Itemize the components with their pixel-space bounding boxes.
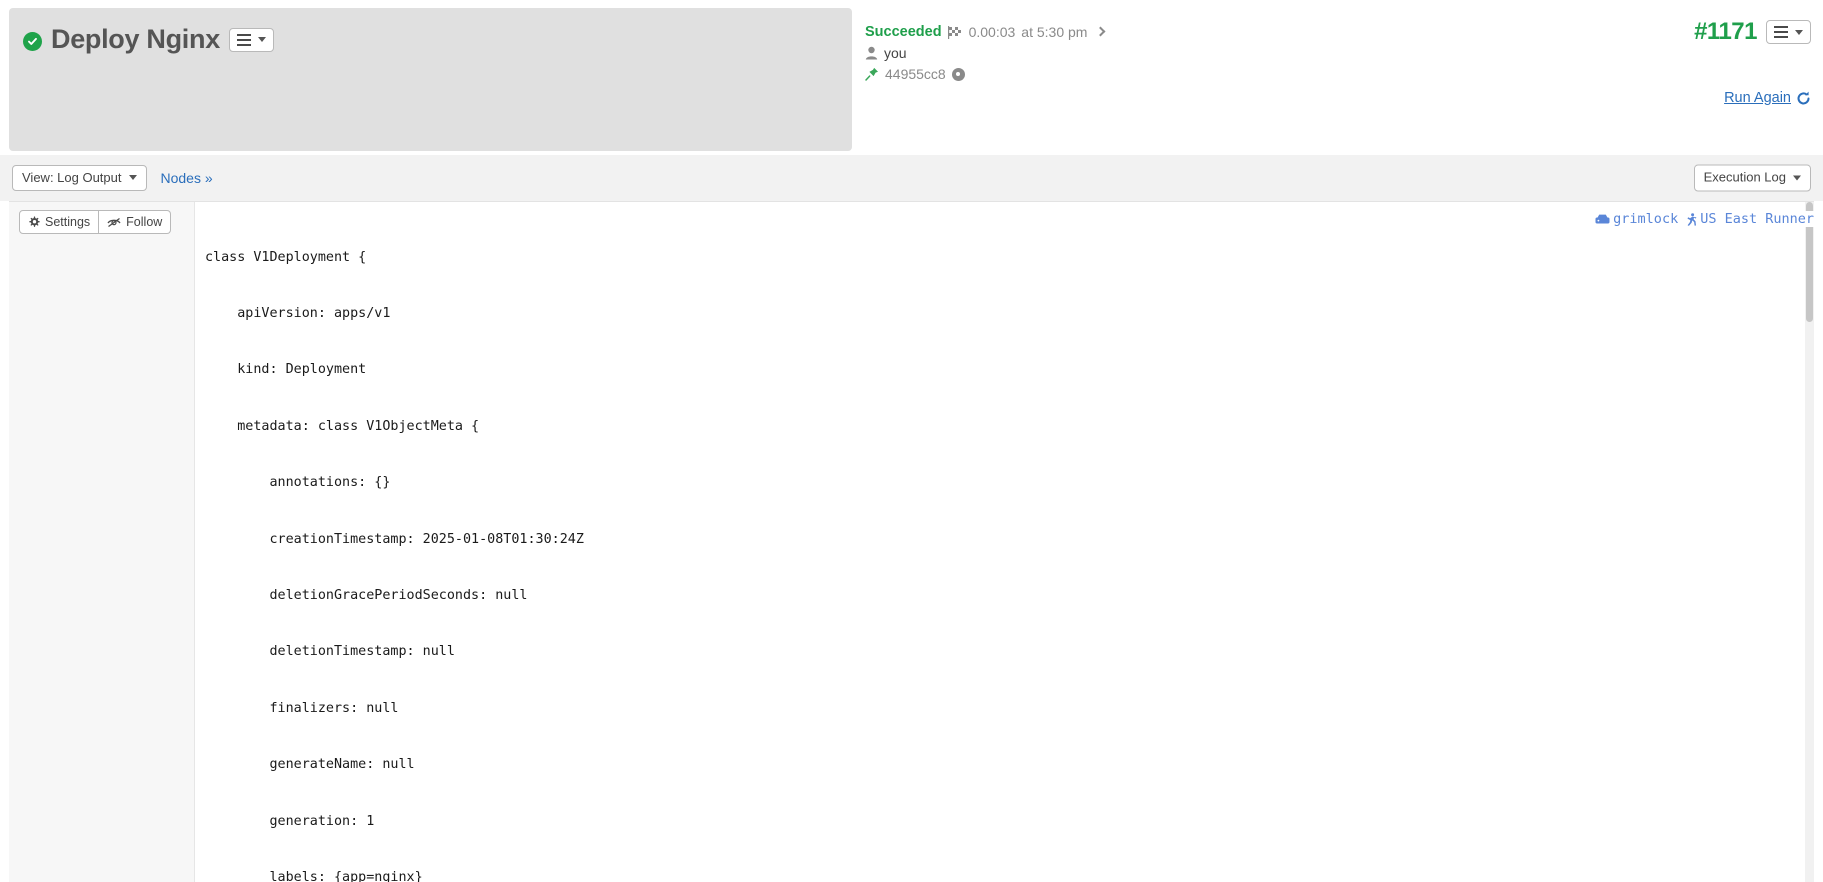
server-icon xyxy=(1595,213,1610,225)
chevron-down-icon xyxy=(1793,175,1801,181)
log-line: generateName: null xyxy=(205,757,415,773)
page-title: Deploy Nginx xyxy=(51,24,220,54)
log-scrollbar[interactable] xyxy=(1805,202,1814,882)
eye-slash-icon xyxy=(107,216,121,228)
view-selector-button[interactable]: View: Log Output xyxy=(12,164,147,192)
chevron-down-icon xyxy=(128,175,137,181)
execution-duration: 0.00:03 xyxy=(968,24,1016,40)
checkered-flag-icon xyxy=(947,25,963,39)
log-settings-button[interactable]: Settings xyxy=(19,210,100,235)
list-menu-icon xyxy=(236,33,251,46)
log-line: finalizers: null xyxy=(205,700,399,716)
node-name: grimlock xyxy=(1613,211,1679,227)
runner-icon xyxy=(1686,212,1697,226)
log-line: deletionGracePeriodSeconds: null xyxy=(205,587,528,603)
execution-commit: 44955cc8 xyxy=(885,66,946,82)
nodes-link[interactable]: Nodes » xyxy=(161,170,213,186)
run-again-link[interactable]: Run Again xyxy=(1694,90,1811,106)
job-summary-panel: Deploy Nginx xyxy=(9,8,852,151)
log-line: deletionTimestamp: null xyxy=(205,644,455,660)
pin-icon xyxy=(865,67,879,81)
log-line: class V1Deployment { xyxy=(205,249,367,265)
info-circle-icon[interactable] xyxy=(951,67,965,81)
log-gutter xyxy=(9,202,195,882)
run-again-label: Run Again xyxy=(1724,90,1791,106)
chevron-right-icon[interactable] xyxy=(1096,26,1106,37)
log-follow-button[interactable]: Follow xyxy=(99,210,172,235)
chevron-down-icon xyxy=(257,37,266,42)
node-tag[interactable]: grimlock US East Runner xyxy=(1591,211,1814,227)
view-toolbar: View: Log Output Nodes » Execution Log xyxy=(0,155,1823,201)
execution-number: #1171 xyxy=(1694,18,1757,45)
page-header: Deploy Nginx Succeeded 0.00:03 at 5:30 p… xyxy=(0,0,1823,155)
log-line: generation: 1 xyxy=(205,813,375,829)
user-icon xyxy=(865,46,878,60)
runner-name: US East Runner xyxy=(1700,211,1814,227)
execution-time: at 5:30 pm xyxy=(1021,24,1088,40)
log-line: creationTimestamp: 2025-01-08T01:30:24Z xyxy=(205,531,584,547)
gear-icon xyxy=(28,216,40,228)
execution-actions-button[interactable] xyxy=(1766,20,1811,44)
log-line: labels: {app=nginx} xyxy=(205,869,423,882)
execution-right-block: #1171 Run Again xyxy=(1694,18,1811,106)
log-output-panel: Settings Follow grimlock US East Runner … xyxy=(9,201,1814,882)
job-actions-button[interactable] xyxy=(228,27,274,52)
log-settings-label: Settings xyxy=(45,215,91,229)
job-title-row: Deploy Nginx xyxy=(9,8,852,53)
log-line: kind: Deployment xyxy=(205,362,367,378)
status-badge: Succeeded xyxy=(865,24,942,40)
execution-info: Succeeded 0.00:03 at 5:30 pm you 44955cc… xyxy=(852,0,1823,155)
log-follow-label: Follow xyxy=(126,215,163,229)
execution-log-selector-button[interactable]: Execution Log xyxy=(1693,164,1811,192)
execution-user: you xyxy=(884,45,907,61)
log-controls: Settings Follow xyxy=(19,210,172,235)
chevron-down-icon xyxy=(1795,29,1803,35)
execution-log-label: Execution Log xyxy=(1703,169,1786,185)
list-menu-icon xyxy=(1774,26,1788,38)
log-line: apiVersion: apps/v1 xyxy=(205,305,391,321)
refresh-icon xyxy=(1796,91,1811,106)
log-line: metadata: class V1ObjectMeta { xyxy=(205,418,480,434)
execution-status-row: Succeeded 0.00:03 at 5:30 pm xyxy=(865,24,1823,40)
log-content: class V1Deployment { apiVersion: apps/v1… xyxy=(195,202,1814,882)
execution-commit-row: 44955cc8 xyxy=(865,66,1823,82)
execution-number-row: #1171 xyxy=(1694,18,1811,46)
log-line: annotations: {} xyxy=(205,475,391,491)
check-circle-icon xyxy=(23,31,42,51)
toolbar-right: Execution Log xyxy=(1693,164,1811,192)
view-selector-label: View: Log Output xyxy=(22,169,122,185)
execution-user-row: you xyxy=(865,45,1823,61)
